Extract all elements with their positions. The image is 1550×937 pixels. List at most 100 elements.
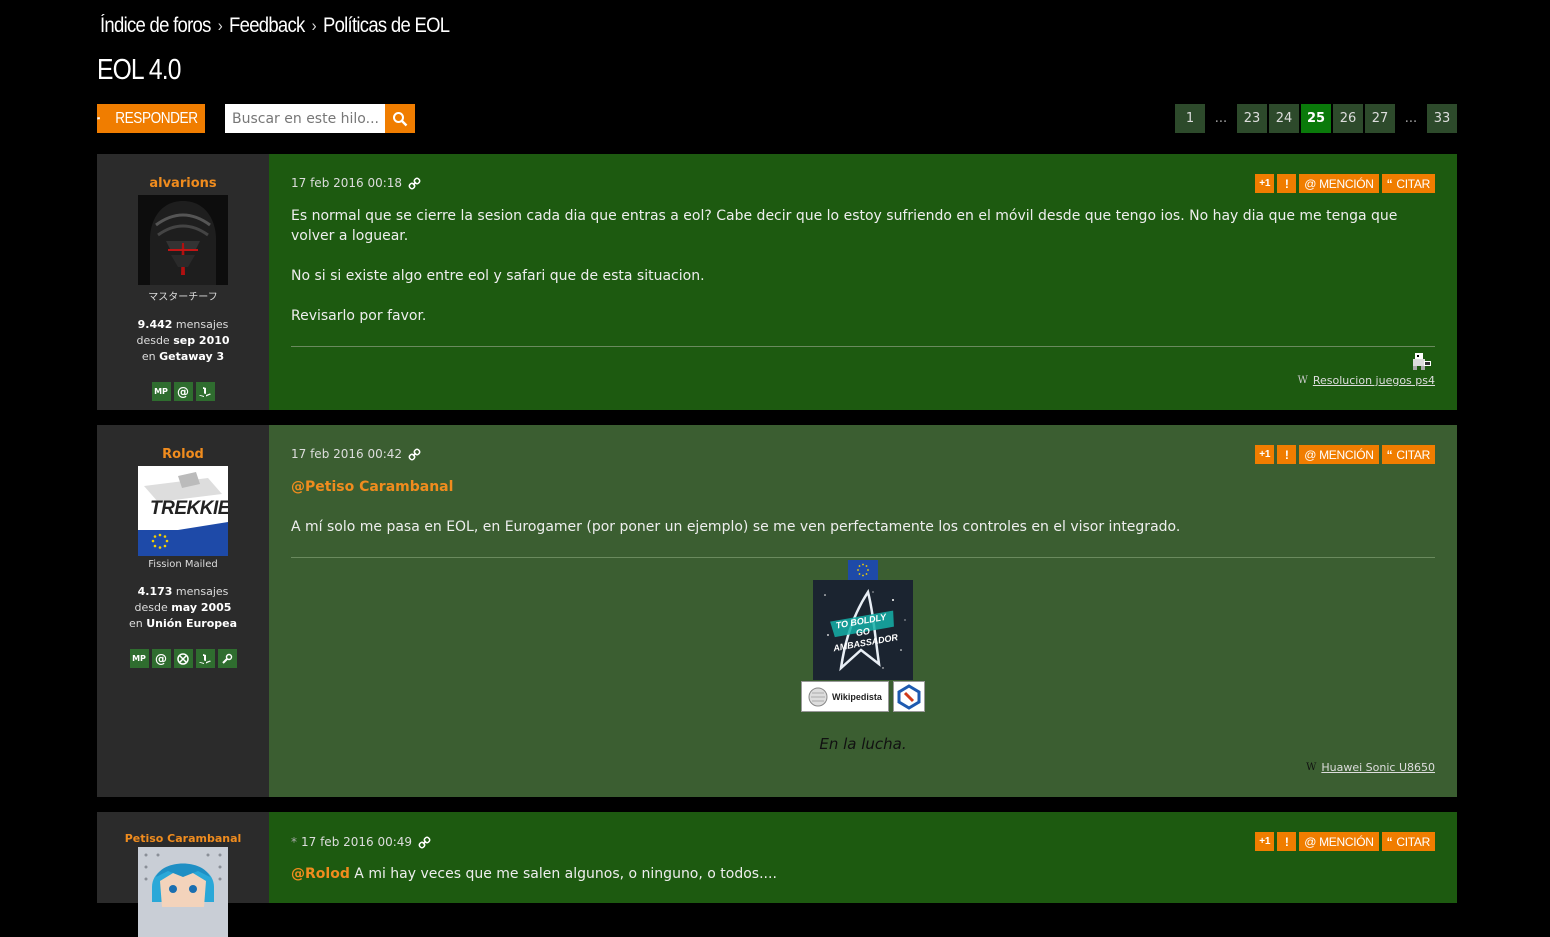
signature-divider <box>291 346 1435 347</box>
quote-icon: “ <box>1386 447 1393 462</box>
user-rank: Fission Mailed <box>148 559 218 570</box>
private-message-icon[interactable]: MP <box>151 382 171 401</box>
post-body: 17 feb 2016 00:42 +1 ! @ MENCIÓN “CITAR … <box>269 425 1457 797</box>
post-content: @Rolod A mi hay veces que me salen algun… <box>291 864 1435 904</box>
join-date: sep 2010 <box>173 334 230 347</box>
user-mention[interactable]: @Petiso Carambanal <box>291 479 453 495</box>
email-icon[interactable]: @ <box>151 649 171 668</box>
report-button[interactable]: ! <box>1277 832 1297 851</box>
permalink-icon[interactable] <box>418 836 431 849</box>
post-actions: +1 ! @ MENCIÓN “CITAR <box>1255 445 1435 464</box>
post-content: @Petiso Carambanal A mí solo me pasa en … <box>291 477 1435 557</box>
reply-button[interactable]: RESPONDER <box>97 104 205 133</box>
post-paragraph: A mí solo me pasa en EOL, en Eurogamer (… <box>291 519 1181 535</box>
steam-icon[interactable] <box>217 649 237 668</box>
user-mention[interactable]: @Rolod <box>291 866 350 882</box>
signature-sprite-icon <box>1413 353 1431 370</box>
pagination-ellipsis: ... <box>1214 111 1228 126</box>
signature-banner: TO BOLDLY GO AMBASSADOR <box>813 580 913 680</box>
page-link-33[interactable]: 33 <box>1427 104 1457 133</box>
page-link-26[interactable]: 26 <box>1333 104 1363 133</box>
signature-quote: En la lucha. <box>819 735 907 753</box>
report-button[interactable]: ! <box>1277 445 1297 464</box>
post: alvarions マスターチーフ 9.442 mensajes desde s… <box>97 154 1457 410</box>
search-input[interactable] <box>225 104 385 133</box>
quote-button-label: CITAR <box>1396 834 1430 849</box>
signature-device: W Resolucion juegos ps4 <box>1298 374 1435 387</box>
thread-search <box>225 104 415 133</box>
mention-button[interactable]: @ MENCIÓN <box>1299 832 1379 851</box>
post: Rolod TREKKIE Fission Mailed 4.173 mensa… <box>97 425 1457 797</box>
eu-flag-icon <box>848 560 878 580</box>
wikipedista-label: Wikipedista <box>832 691 882 702</box>
search-icon <box>393 111 408 126</box>
quote-button-label: CITAR <box>1396 447 1430 462</box>
message-count: 4.173 <box>137 585 173 598</box>
breadcrumb: Índice de foros › Feedback › Políticas d… <box>100 12 450 40</box>
post-paragraph: Es normal que se cierre la sesion cada d… <box>291 208 1398 244</box>
join-date: may 2005 <box>171 601 232 614</box>
page-link-24[interactable]: 24 <box>1269 104 1299 133</box>
xbox-icon[interactable] <box>173 649 193 668</box>
post-actions: +1 ! @ MENCIÓN “CITAR <box>1255 174 1435 193</box>
mention-button[interactable]: @ MENCIÓN <box>1299 445 1379 464</box>
breadcrumb-separator: › <box>217 16 223 35</box>
quote-icon: “ <box>1386 176 1393 191</box>
hexagon-logo-icon <box>897 683 921 710</box>
user-stats: 9.442 mensajes desde sep 2010 en Getaway… <box>97 317 269 365</box>
user-contact-icons: MP @ <box>97 382 269 401</box>
playstation-icon[interactable] <box>195 382 215 401</box>
user-location: Getaway 3 <box>159 350 225 363</box>
post-timestamp: 17 feb 2016 00:18 <box>291 176 403 190</box>
avatar[interactable]: TREKKIE <box>138 466 228 556</box>
playstation-icon[interactable] <box>195 649 215 668</box>
plus-one-button[interactable]: +1 <box>1255 174 1275 193</box>
since-word: desde <box>136 334 170 347</box>
signature-link[interactable]: Resolucion juegos ps4 <box>1313 374 1435 387</box>
signature-divider <box>291 557 1435 558</box>
avatar[interactable] <box>138 195 228 285</box>
user-stats: 4.173 mensajes desde may 2005 en Unión E… <box>97 584 269 632</box>
permalink-icon[interactable] <box>408 448 421 461</box>
username[interactable]: alvarions <box>97 176 269 191</box>
email-icon[interactable]: @ <box>173 382 193 401</box>
post-timestamp: 17 feb 2016 00:42 <box>291 447 403 461</box>
private-message-icon[interactable]: MP <box>129 649 149 668</box>
post-paragraph: A mi hay veces que me salen algunos, o n… <box>354 866 777 882</box>
username[interactable]: Petiso Carambanal <box>97 832 269 845</box>
signature-device: W Huawei Sonic U8650 <box>1306 761 1435 774</box>
pagination: 1 ... 23 24 25 26 27 ... 33 <box>1175 104 1457 133</box>
page-link-27[interactable]: 27 <box>1365 104 1395 133</box>
quote-button[interactable]: “CITAR <box>1381 832 1435 851</box>
message-count: 9.442 <box>137 318 173 331</box>
breadcrumb-forum-index[interactable]: Índice de foros <box>100 14 211 38</box>
quote-button[interactable]: “CITAR <box>1381 445 1435 464</box>
permalink-icon[interactable] <box>408 177 421 190</box>
avatar[interactable] <box>138 847 228 937</box>
plus-one-button[interactable]: +1 <box>1255 445 1275 464</box>
device-link[interactable]: Huawei Sonic U8650 <box>1321 761 1435 774</box>
quote-button[interactable]: “CITAR <box>1381 174 1435 193</box>
breadcrumb-separator: › <box>311 16 317 35</box>
username[interactable]: Rolod <box>97 447 269 462</box>
report-button[interactable]: ! <box>1277 174 1297 193</box>
post-meta: * 17 feb 2016 00:49 <box>291 835 431 849</box>
breadcrumb-feedback[interactable]: Feedback <box>229 14 305 38</box>
post-paragraph: Revisarlo por favor. <box>291 308 427 324</box>
quote-button-label: CITAR <box>1396 176 1430 191</box>
page-link-1[interactable]: 1 <box>1175 104 1205 133</box>
logo-badge <box>893 681 925 712</box>
mention-button[interactable]: @ MENCIÓN <box>1299 174 1379 193</box>
post-body: 17 feb 2016 00:18 +1 ! @ MENCIÓN “CITAR … <box>269 154 1457 410</box>
search-button[interactable] <box>385 104 415 133</box>
post-timestamp: 17 feb 2016 00:49 <box>301 835 413 849</box>
thread-title: EOL 4.0 <box>97 54 181 86</box>
avatar-image <box>138 847 228 937</box>
user-contact-icons: MP @ <box>97 649 269 668</box>
user-rank: マスターチーフ <box>148 292 218 303</box>
post-author-panel: alvarions マスターチーフ 9.442 mensajes desde s… <box>97 154 287 410</box>
breadcrumb-eol-policies[interactable]: Políticas de EOL <box>323 14 450 38</box>
plus-one-button[interactable]: +1 <box>1255 832 1275 851</box>
page-link-23[interactable]: 23 <box>1237 104 1267 133</box>
post: Petiso Carambanal * 17 feb 2016 00:49 +1… <box>97 812 1457 937</box>
